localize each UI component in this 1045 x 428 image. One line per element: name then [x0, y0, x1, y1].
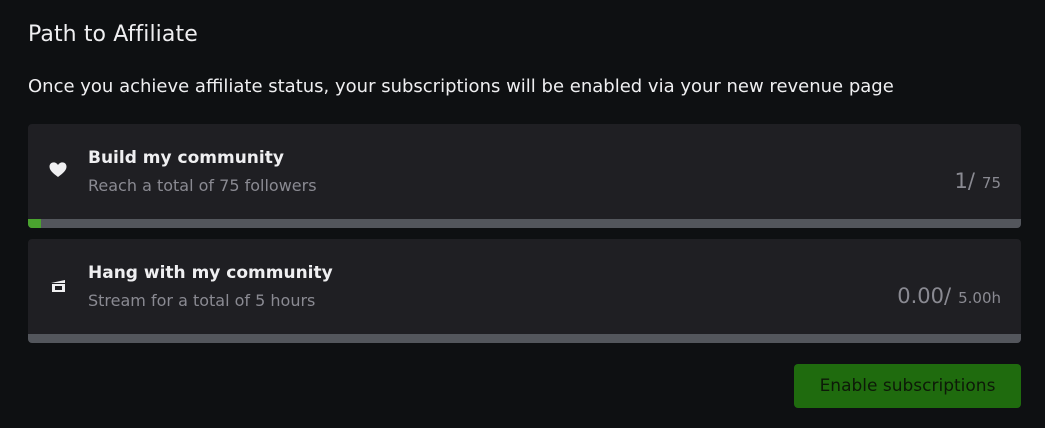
goal-description: Stream for a total of 5 hours [88, 291, 316, 310]
goal-count: 1 / 75 [954, 169, 1001, 193]
goal-count: 0.00 / 5.00h [897, 284, 1001, 308]
goal-count-current: 0.00 [897, 284, 945, 308]
goal-description: Reach a total of 75 followers [88, 176, 317, 195]
goal-progress-track [28, 219, 1021, 228]
page-title: Path to Affiliate [28, 22, 198, 47]
goal-title: Build my community [88, 148, 284, 168]
goal-count-separator: / [967, 169, 975, 193]
clapperboard-icon [48, 275, 68, 295]
goal-count-current: 1 [954, 169, 968, 193]
enable-subscriptions-button[interactable]: Enable subscriptions [794, 364, 1021, 408]
goal-count-target: 75 [981, 174, 1001, 192]
goal-count-separator: / [944, 284, 952, 308]
goal-card-followers: Build my community Reach a total of 75 f… [28, 124, 1021, 228]
goal-card-stream-hours: Hang with my community Stream for a tota… [28, 239, 1021, 343]
page-description: Once you achieve affiliate status, your … [28, 76, 894, 97]
goal-count-target: 5.00h [958, 289, 1001, 307]
heart-icon [48, 160, 68, 180]
goal-progress-track [28, 334, 1021, 343]
goal-title: Hang with my community [88, 263, 333, 283]
goal-progress-fill [28, 219, 42, 228]
